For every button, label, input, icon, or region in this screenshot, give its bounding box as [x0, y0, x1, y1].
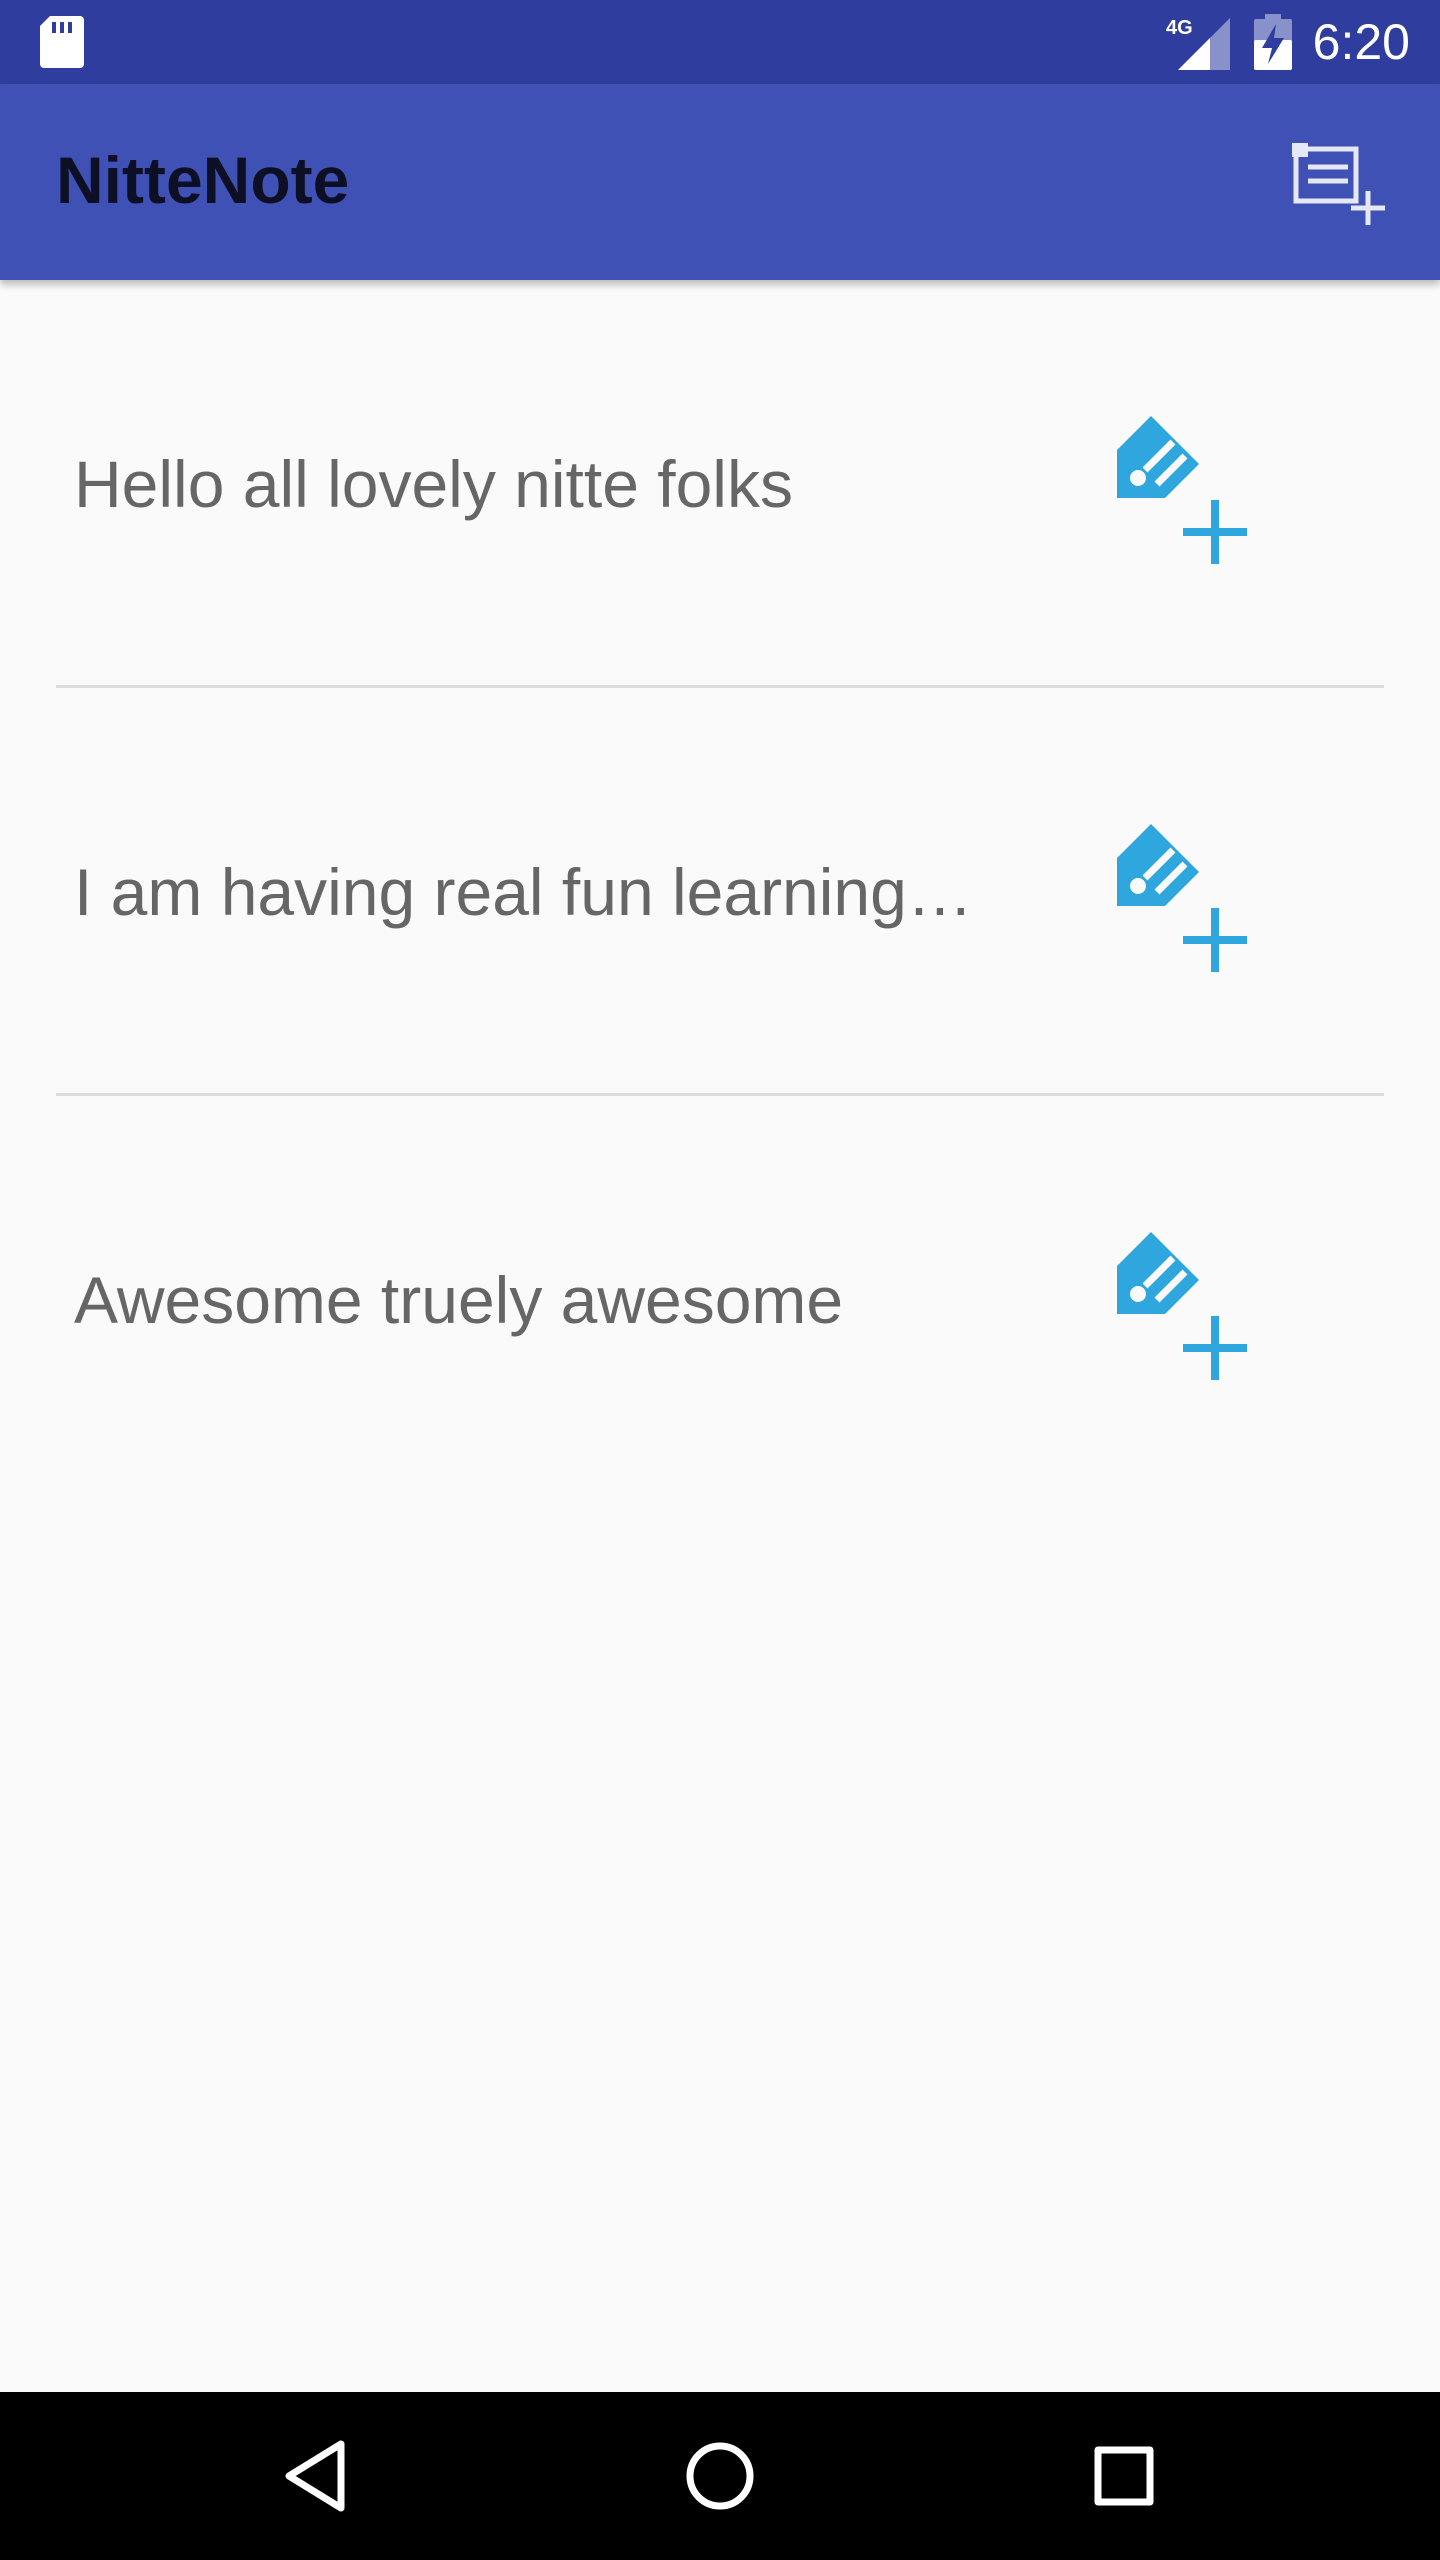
edit-add-icon: [1117, 1232, 1247, 1380]
sd-card-icon: [40, 16, 84, 68]
status-bar: 4G 6:20: [0, 0, 1440, 84]
note-text: Hello all lovely nitte folks: [74, 447, 793, 521]
signal-icon: 4G: [1166, 17, 1230, 70]
battery-charging-icon: [1254, 14, 1292, 70]
note-item[interactable]: Hello all lovely nitte folks: [56, 280, 1384, 688]
note-text: Awesome truely awesome: [74, 1263, 844, 1337]
notes-list: Hello all lovely nitte folks I am having…: [56, 280, 1384, 1504]
home-button[interactable]: [670, 2426, 770, 2526]
new-note-icon: [1292, 143, 1385, 225]
app-title: NitteNote: [56, 143, 350, 217]
navigation-bar: [0, 2392, 1440, 2560]
back-icon: [285, 2440, 345, 2512]
edit-note-button[interactable]: [1106, 1226, 1256, 1386]
recent-apps-icon: [1094, 2446, 1154, 2506]
edit-add-icon: [1117, 416, 1247, 564]
new-note-button[interactable]: [1280, 128, 1400, 238]
back-button[interactable]: [266, 2426, 366, 2526]
network-type-label: 4G: [1166, 17, 1193, 39]
edit-add-icon: [1117, 824, 1247, 972]
note-item[interactable]: I am having real fun learning…: [56, 688, 1384, 1096]
note-item[interactable]: Awesome truely awesome: [56, 1096, 1384, 1504]
note-text: I am having real fun learning…: [74, 855, 973, 929]
app-bar: NitteNote: [0, 84, 1440, 280]
status-clock: 6:20: [1312, 14, 1410, 70]
home-icon: [686, 2442, 754, 2510]
recent-apps-button[interactable]: [1074, 2426, 1174, 2526]
edit-note-button[interactable]: [1106, 818, 1256, 978]
edit-note-button[interactable]: [1106, 410, 1256, 570]
